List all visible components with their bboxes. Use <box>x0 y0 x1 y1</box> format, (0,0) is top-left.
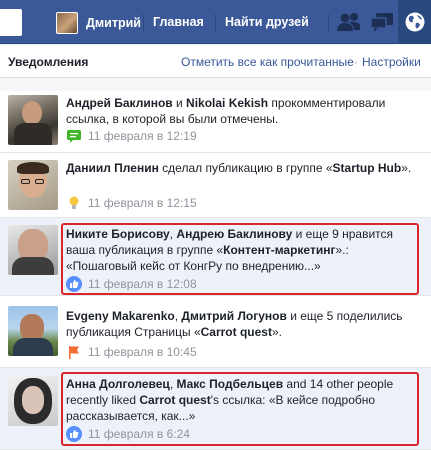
notification-phrase: и <box>172 96 187 110</box>
timestamp[interactable]: 11 февраля в 12:15 <box>88 196 197 210</box>
notification-meta: 11 февраля в 12:19 <box>66 129 197 143</box>
search-input[interactable] <box>0 9 22 36</box>
timestamp[interactable]: 11 февраля в 12:19 <box>88 129 197 143</box>
notification-text: Evgeny Makarenko, Дмитрий Логунов и еще … <box>66 308 418 340</box>
notification-phrase: ». <box>271 325 282 339</box>
page-flag-icon <box>69 346 79 359</box>
lightbulb-icon <box>69 196 79 209</box>
avatar <box>56 12 78 34</box>
home-link[interactable]: Главная <box>153 15 204 29</box>
notification-meta: 11 февраля в 10:45 <box>66 344 197 360</box>
notifications-globe-icon <box>405 12 425 32</box>
notification-item[interactable]: Evgeny Makarenko, Дмитрий Логунов и еще … <box>0 296 431 368</box>
nav-divider <box>328 14 329 32</box>
messages-icon[interactable] <box>370 12 394 33</box>
timestamp[interactable]: 11 февраля в 10:45 <box>88 345 197 359</box>
notification-phrase: сделал публикацию в группе « <box>158 161 333 175</box>
avatar <box>8 225 58 275</box>
comment-icon <box>67 130 81 143</box>
avatar <box>8 306 58 356</box>
profile-link[interactable]: Дмитрий <box>56 12 141 34</box>
avatar <box>8 160 58 210</box>
find-friends-link[interactable]: Найти друзей <box>225 15 309 29</box>
notification-text: Андрей Баклинов и Nikolai Kekish прокомм… <box>66 95 418 127</box>
highlight-frame <box>61 372 419 446</box>
avatar <box>8 376 58 426</box>
notification-actor[interactable]: Carrot quest <box>201 325 272 339</box>
page-title: Уведомления <box>8 55 89 69</box>
header-separator: · <box>354 55 358 69</box>
notification-meta: 11 февраля в 12:15 <box>66 195 197 211</box>
notification-actor[interactable]: Даниил Пленин <box>66 161 159 175</box>
settings-link[interactable]: Настройки <box>362 55 421 69</box>
notification-actor[interactable]: Evgeny Makarenko <box>66 309 175 323</box>
top-navigation-bar: Дмитрий Главная Найти друзей <box>0 0 431 44</box>
notifications-button[interactable] <box>398 0 431 44</box>
avatar <box>8 95 58 145</box>
mark-all-read-link[interactable]: Отметить все как прочитанные <box>181 55 354 69</box>
friend-requests-icon[interactable] <box>336 11 362 33</box>
notification-actor[interactable]: Nikolai Kekish <box>186 96 268 110</box>
divider <box>0 79 431 91</box>
highlight-frame <box>61 223 419 295</box>
notifications-header: Уведомления Отметить все как прочитанные… <box>0 45 431 78</box>
notification-item[interactable]: Даниил Пленин сделал публикацию в группе… <box>0 153 431 218</box>
notification-item[interactable]: Андрей Баклинов и Nikolai Kekish прокомм… <box>0 91 431 153</box>
nav-divider <box>143 14 144 32</box>
profile-name: Дмитрий <box>86 16 141 30</box>
notification-actor[interactable]: Андрей Баклинов <box>66 96 173 110</box>
notification-actor[interactable]: Дмитрий Логунов <box>181 309 286 323</box>
notification-text: Даниил Пленин сделал публикацию в группе… <box>66 160 418 176</box>
notification-phrase: ». <box>401 161 412 175</box>
notification-actor[interactable]: Startup Hub <box>333 161 402 175</box>
nav-divider <box>215 14 216 32</box>
